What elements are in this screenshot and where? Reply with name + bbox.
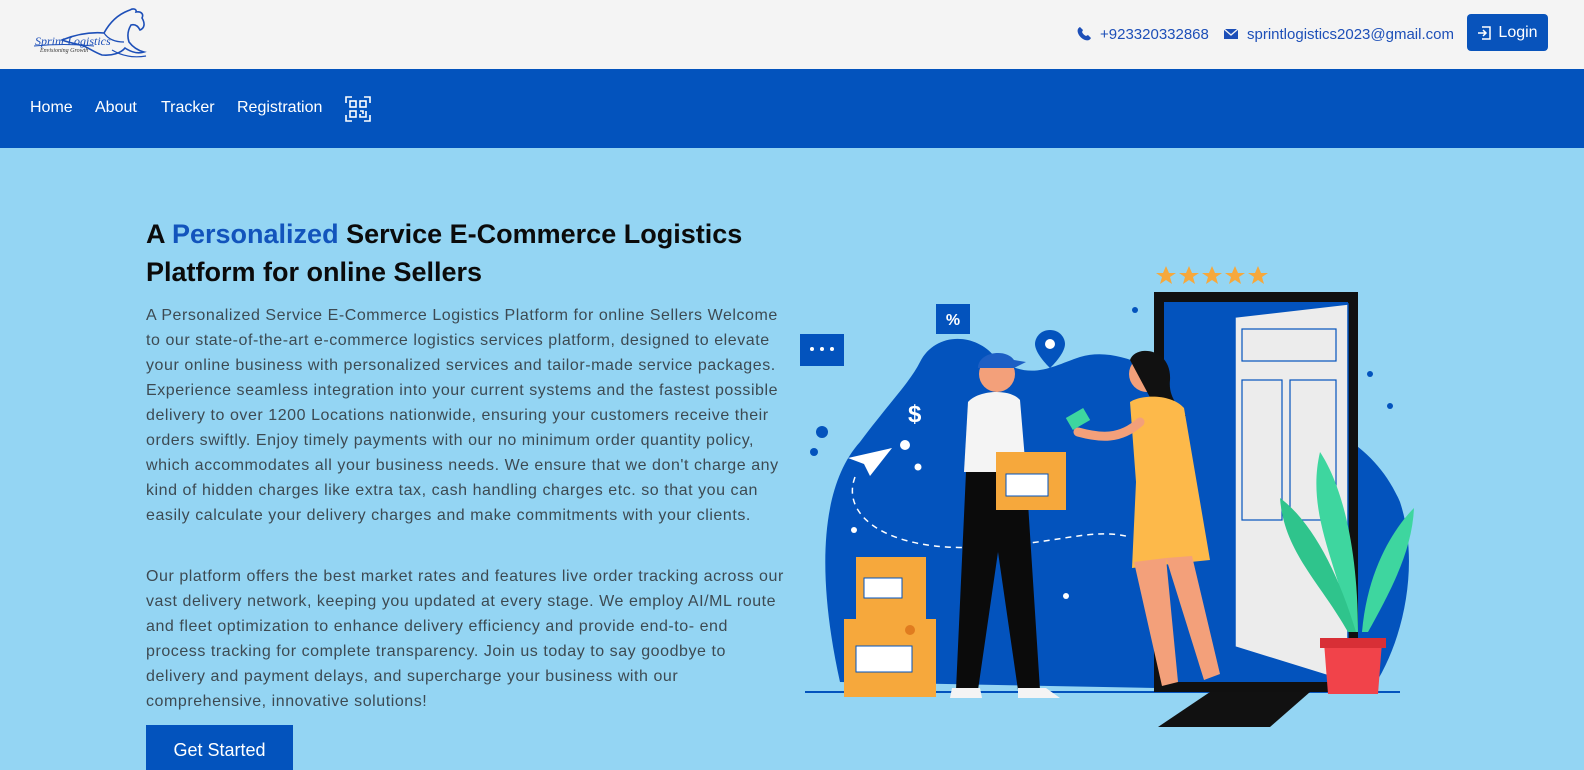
contact-email[interactable]: sprintlogistics2023@gmail.com <box>1223 24 1454 44</box>
dollar-icon: $ <box>908 401 922 428</box>
get-started-button[interactable]: Get Started <box>146 725 293 770</box>
brand-logo[interactable]: Sprint Logistics Envisioning Growth <box>32 6 152 60</box>
hero-title-prefix: A <box>146 219 172 249</box>
doormat <box>1158 692 1310 727</box>
rating-stars-icon <box>1156 266 1268 284</box>
phone-number: +923320332868 <box>1100 25 1209 43</box>
brand-name: Sprint Logistics <box>35 34 111 48</box>
login-button[interactable]: Login <box>1467 14 1548 51</box>
login-icon <box>1477 25 1492 40</box>
main-navbar: Home About Tracker Registration <box>0 69 1584 148</box>
hero-title: A Personalized Service E-Commerce Logist… <box>146 215 786 291</box>
nav-home[interactable]: Home <box>30 99 73 117</box>
brand-tagline: Envisioning Growth <box>40 48 89 54</box>
nav-registration[interactable]: Registration <box>237 99 322 117</box>
percent-sign: % <box>946 312 960 329</box>
hero-illustration: % $ <box>800 262 1430 742</box>
qr-code-icon[interactable] <box>345 96 371 122</box>
login-label: Login <box>1498 23 1538 41</box>
email-address: sprintlogistics2023@gmail.com <box>1247 25 1454 43</box>
hero-paragraph-2: Our platform offers the best market rate… <box>146 568 784 710</box>
top-bar: Sprint Logistics Envisioning Growth +923… <box>0 0 1584 69</box>
hero-title-highlight: Personalized <box>172 219 339 249</box>
nav-tracker[interactable]: Tracker <box>161 99 215 117</box>
phone-icon <box>1076 26 1092 42</box>
nav-about[interactable]: About <box>95 99 137 117</box>
mail-icon <box>1223 26 1239 42</box>
hero-paragraph-1: A Personalized Service E-Commerce Logist… <box>146 307 779 524</box>
contact-phone[interactable]: +923320332868 <box>1076 24 1209 44</box>
